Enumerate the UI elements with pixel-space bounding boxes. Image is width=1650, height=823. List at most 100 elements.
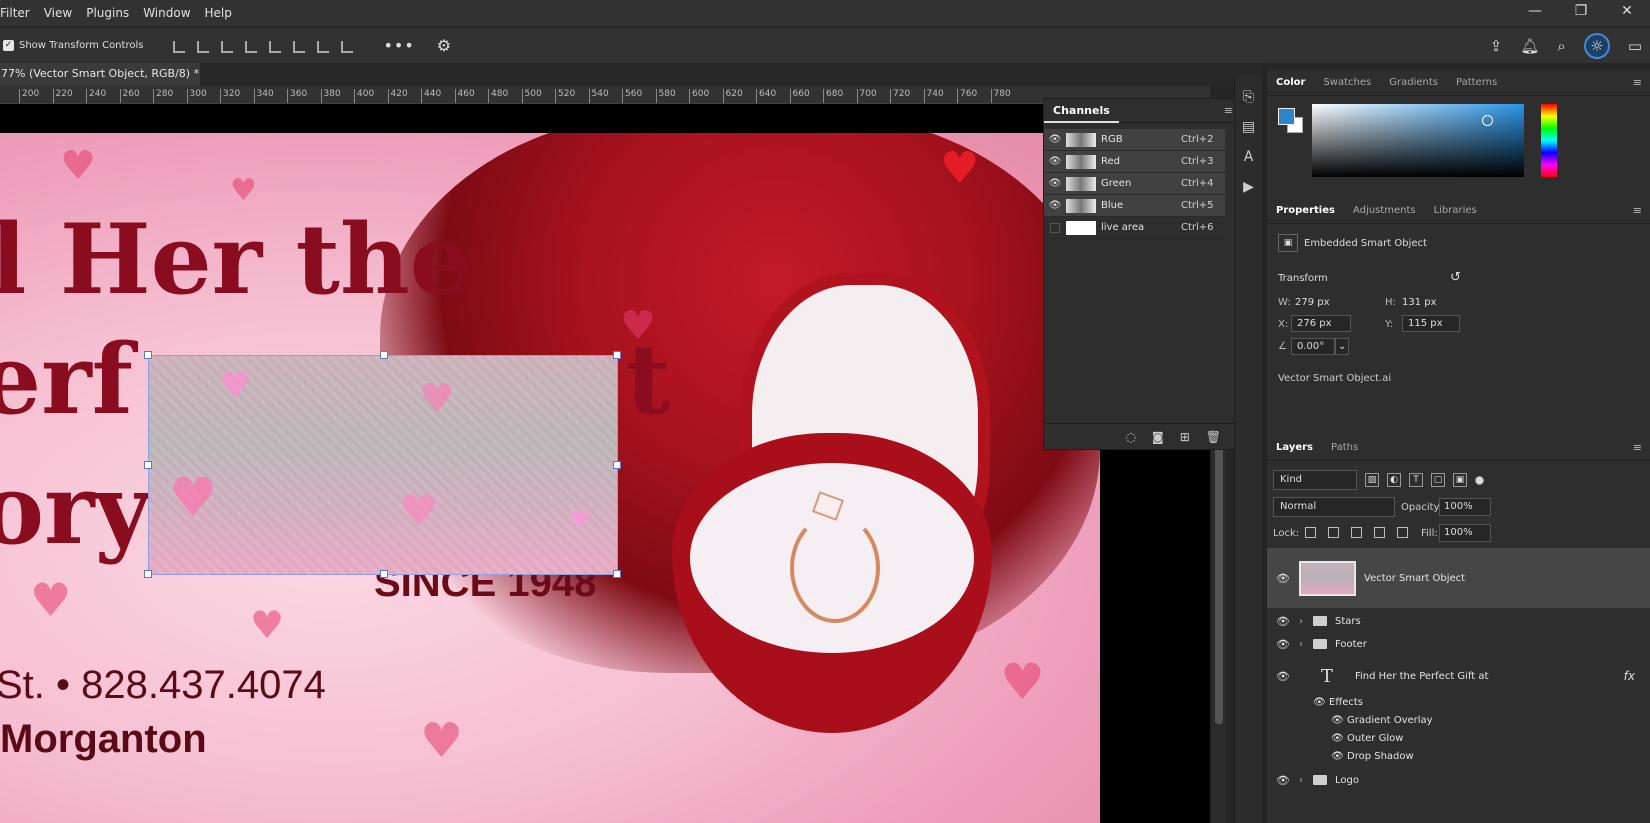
fill-input[interactable]: 100% — [1439, 524, 1491, 542]
height-value[interactable]: 131 px — [1402, 297, 1437, 308]
lock-pixels-icon[interactable] — [1328, 527, 1339, 538]
eye-icon[interactable]: 👁︎ — [1331, 733, 1347, 744]
panel-menu-icon[interactable]: ≡ — [1224, 104, 1233, 117]
image-filter-icon[interactable]: ▨ — [1365, 473, 1379, 487]
tab-gradients[interactable]: Gradients — [1380, 70, 1447, 95]
character-icon[interactable]: A — [1235, 149, 1262, 165]
minimize-button[interactable]: — — [1512, 0, 1558, 26]
effect-drop-shadow[interactable]: 👁︎ Drop Shadow — [1267, 747, 1650, 765]
tab-patterns[interactable]: Patterns — [1447, 70, 1506, 95]
gear-icon[interactable]: ⚙ — [437, 36, 451, 55]
lightbulb-icon[interactable]: ☼ — [1583, 33, 1610, 59]
chevron-right-icon[interactable]: › — [1299, 616, 1307, 627]
comments-icon[interactable]: ▤ — [1235, 119, 1262, 135]
blend-mode-select[interactable]: Normal — [1273, 497, 1395, 517]
width-value[interactable]: 279 px — [1295, 297, 1330, 308]
y-position-input[interactable]: 115 px — [1402, 315, 1460, 332]
layer-text-headline[interactable]: 👁︎ T Find Her the Perfect Gift at fx — [1267, 660, 1650, 692]
save-selection-icon[interactable]: ◙ — [1152, 430, 1164, 444]
chevron-down-icon[interactable]: ⌄ — [1335, 338, 1349, 355]
panel-menu-icon[interactable]: ≡ — [1633, 441, 1642, 454]
channel-row-blue[interactable]: 👁︎ Blue Ctrl+5 — [1044, 195, 1225, 217]
layer-group-logo[interactable]: 👁︎ › Logo — [1267, 771, 1650, 789]
tab-channels[interactable]: Channels — [1044, 99, 1119, 123]
channel-row-rgb[interactable]: 👁︎ RGB Ctrl+2 — [1044, 129, 1225, 151]
layer-group-footer[interactable]: 👁︎ › Footer — [1267, 634, 1650, 654]
actions-play-icon[interactable]: ▶ — [1235, 179, 1262, 195]
transform-handle[interactable] — [144, 570, 152, 578]
adjustment-filter-icon[interactable]: ◐ — [1387, 473, 1401, 487]
transform-handle[interactable] — [144, 351, 152, 359]
tab-paths[interactable]: Paths — [1322, 435, 1367, 460]
eye-icon[interactable]: 👁︎ — [1313, 697, 1329, 708]
align-right-icon[interactable] — [219, 39, 234, 53]
layer-group-stars[interactable]: 👁︎ › Stars — [1267, 611, 1650, 631]
transform-handle[interactable] — [144, 461, 152, 469]
chevron-right-icon[interactable]: › — [1299, 639, 1307, 650]
trash-icon[interactable]: 🗑︎ — [1206, 430, 1221, 444]
eye-icon[interactable]: 👁︎ — [1267, 572, 1299, 585]
filter-toggle[interactable] — [1475, 475, 1484, 485]
reset-transform-icon[interactable]: ↺ — [1450, 270, 1461, 285]
color-picker-ring[interactable] — [1482, 115, 1493, 126]
eye-icon[interactable]: 👁︎ — [1331, 715, 1347, 726]
transform-handle[interactable] — [380, 570, 388, 578]
x-position-input[interactable]: 276 px — [1291, 315, 1351, 332]
layer-effects[interactable]: 👁︎ Effects — [1267, 693, 1650, 711]
tab-swatches[interactable]: Swatches — [1314, 70, 1380, 95]
close-button[interactable]: ✕ — [1604, 0, 1650, 26]
eye-icon[interactable]: 👁︎ — [1044, 200, 1066, 211]
document-tab[interactable]: 77% (Vector Smart Object, RGB/8) * × — [0, 63, 200, 102]
align-bottom-icon[interactable] — [315, 39, 330, 53]
eye-icon[interactable]: 👁︎ — [1267, 615, 1299, 628]
eye-icon[interactable]: 👁︎ — [1044, 156, 1066, 167]
tab-libraries[interactable]: Libraries — [1425, 198, 1486, 223]
smart-object-filter-icon[interactable]: ▣ — [1453, 473, 1467, 487]
distribute-horizontal-icon[interactable] — [243, 39, 258, 53]
opacity-input[interactable]: 100% — [1439, 498, 1491, 516]
menu-plugins[interactable]: Plugins — [79, 6, 136, 20]
kind-filter-select[interactable]: Kind — [1273, 470, 1357, 490]
channel-row-live-area[interactable]: live area Ctrl+6 — [1044, 217, 1225, 239]
align-top-icon[interactable] — [267, 39, 282, 53]
distribute-vertical-icon[interactable] — [339, 39, 354, 53]
panel-menu-icon[interactable]: ≡ — [1633, 76, 1642, 89]
effect-outer-glow[interactable]: 👁︎ Outer Glow — [1267, 729, 1650, 747]
hue-slider[interactable] — [1541, 104, 1557, 177]
share-icon[interactable]: ⇪ — [1490, 37, 1503, 55]
shape-filter-icon[interactable]: ▢ — [1431, 473, 1445, 487]
canvas-area[interactable]: ♥ ♥ ♥ ♥ ♥ ♥ ♥ ♥ l Her the erf t ory SINC… — [0, 104, 1210, 823]
transform-handle[interactable] — [613, 570, 621, 578]
lock-position-icon[interactable] — [1351, 527, 1362, 538]
tab-layers[interactable]: Layers — [1267, 435, 1322, 460]
eye-icon[interactable]: 👁︎ — [1331, 751, 1347, 762]
menu-window[interactable]: Window — [136, 6, 197, 20]
chevron-right-icon[interactable]: › — [1299, 775, 1307, 786]
transform-handle[interactable] — [613, 351, 621, 359]
visibility-toggle[interactable] — [1050, 222, 1060, 233]
channel-row-red[interactable]: 👁︎ Red Ctrl+3 — [1044, 151, 1225, 173]
selected-smart-object[interactable]: ♥ ♥ ♥ ♥ ♥ — [144, 351, 621, 578]
align-left-icon[interactable] — [171, 39, 186, 53]
eye-icon[interactable]: 👁︎ — [1267, 638, 1299, 651]
scrollbar-thumb[interactable] — [1215, 434, 1223, 724]
align-middle-icon[interactable] — [291, 39, 306, 53]
eye-icon[interactable]: 👁︎ — [1044, 134, 1066, 145]
align-center-icon[interactable] — [195, 39, 210, 53]
workspace-icon[interactable]: ▭ — [1628, 37, 1642, 55]
color-field[interactable] — [1312, 104, 1524, 177]
menu-help[interactable]: Help — [198, 6, 239, 20]
artboard[interactable]: ♥ ♥ ♥ ♥ ♥ ♥ ♥ ♥ l Her the erf t ory SINC… — [0, 133, 1100, 823]
foreground-color-swatch[interactable] — [1278, 108, 1295, 125]
transform-handle[interactable] — [613, 461, 621, 469]
tab-color[interactable]: Color — [1267, 70, 1314, 95]
tab-adjustments[interactable]: Adjustments — [1344, 198, 1425, 223]
horizontal-ruler[interactable]: 200 220 240 260 280 300 320 340 360 380 400 420 440 4… — [0, 86, 1210, 104]
bell-icon[interactable]: 🔔︎ — [1520, 37, 1539, 55]
restore-button[interactable]: ❐ — [1558, 0, 1604, 26]
transform-handle[interactable] — [380, 351, 388, 359]
type-filter-icon[interactable]: T — [1409, 473, 1423, 487]
lock-artboard-icon[interactable] — [1374, 527, 1385, 538]
eye-icon[interactable]: 👁︎ — [1267, 670, 1299, 683]
more-options-icon[interactable]: ••• — [383, 36, 414, 55]
